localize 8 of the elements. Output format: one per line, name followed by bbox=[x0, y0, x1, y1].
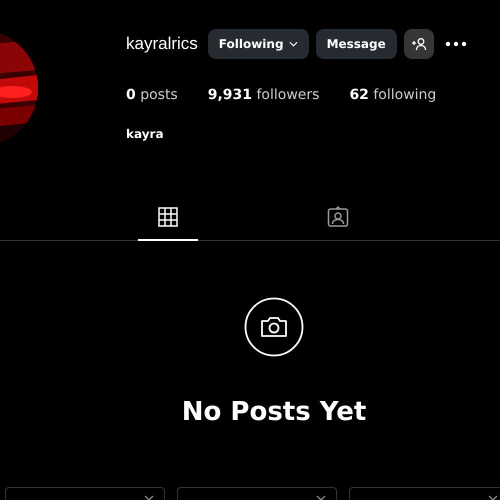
empty-title: No Posts Yet bbox=[182, 397, 366, 427]
stat-count[interactable]: 9,931 followers bbox=[208, 87, 320, 103]
following-button[interactable]: Following bbox=[208, 29, 309, 59]
stat-count[interactable]: 0 posts bbox=[126, 87, 178, 103]
stat-count[interactable]: 62 following bbox=[349, 87, 436, 103]
message-button[interactable]: Message bbox=[316, 29, 397, 59]
username: kayralrics bbox=[126, 34, 198, 54]
display-name: kayra bbox=[126, 127, 165, 141]
